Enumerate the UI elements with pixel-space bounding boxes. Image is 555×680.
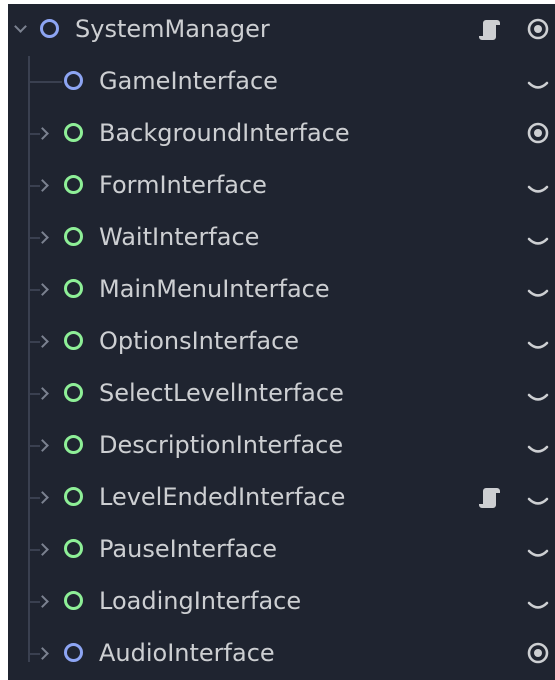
tree-row[interactable]: PauseInterface bbox=[8, 524, 555, 576]
node-label: SelectLevelInterface bbox=[99, 379, 344, 407]
tree-row[interactable]: AudioInterface bbox=[8, 628, 555, 680]
control-icon-green bbox=[64, 227, 83, 246]
node-label: AudioInterface bbox=[99, 639, 275, 667]
scene-tree-panel: SystemManager GameInterface BackgroundInt… bbox=[8, 4, 555, 680]
expand-arrow-icon[interactable] bbox=[36, 179, 49, 192]
node-icon-blue bbox=[64, 71, 83, 90]
expand-arrow-icon[interactable] bbox=[36, 283, 49, 296]
expand-arrow-icon[interactable] bbox=[36, 439, 49, 452]
node-label: BackgroundInterface bbox=[99, 119, 350, 147]
node-label: MainMenuInterface bbox=[99, 275, 330, 303]
visibility-hidden-icon[interactable] bbox=[527, 548, 549, 562]
expand-arrow-icon[interactable] bbox=[36, 543, 49, 556]
tree-row[interactable]: LoadingInterface bbox=[8, 576, 555, 628]
control-icon-green bbox=[64, 331, 83, 350]
node-label: DescriptionInterface bbox=[99, 431, 344, 459]
node-label: LoadingInterface bbox=[99, 587, 302, 615]
visibility-eye-icon[interactable] bbox=[527, 642, 549, 664]
visibility-hidden-icon[interactable] bbox=[527, 496, 549, 510]
tree-row[interactable]: SelectLevelInterface bbox=[8, 368, 555, 420]
node-label: WaitInterface bbox=[99, 223, 260, 251]
visibility-eye-icon[interactable] bbox=[527, 122, 549, 144]
node-label: FormInterface bbox=[99, 171, 267, 199]
control-icon-green bbox=[64, 383, 83, 402]
visibility-hidden-icon[interactable] bbox=[527, 600, 549, 614]
node-icon bbox=[40, 19, 59, 38]
tree-row[interactable]: DescriptionInterface bbox=[8, 420, 555, 472]
expand-arrow-icon[interactable] bbox=[36, 595, 49, 608]
node-label: SystemManager bbox=[75, 15, 270, 43]
visibility-hidden-icon[interactable] bbox=[527, 392, 549, 406]
visibility-hidden-icon[interactable] bbox=[527, 184, 549, 198]
visibility-hidden-icon[interactable] bbox=[527, 288, 549, 302]
expand-arrow-icon[interactable] bbox=[14, 20, 27, 33]
node-label: LevelEndedInterface bbox=[99, 483, 346, 511]
expand-arrow-icon[interactable] bbox=[36, 647, 49, 660]
visibility-hidden-icon[interactable] bbox=[527, 236, 549, 250]
expand-arrow-icon[interactable] bbox=[36, 387, 49, 400]
node-label: GameInterface bbox=[99, 67, 278, 95]
node-label: PauseInterface bbox=[99, 535, 278, 563]
expand-arrow-icon[interactable] bbox=[36, 127, 49, 140]
tree-row[interactable]: LevelEndedInterface bbox=[8, 472, 555, 524]
control-icon-green bbox=[64, 123, 83, 142]
node-label: OptionsInterface bbox=[99, 327, 300, 355]
expand-arrow-icon[interactable] bbox=[36, 231, 49, 244]
expand-arrow-icon[interactable] bbox=[36, 491, 49, 504]
visibility-hidden-icon[interactable] bbox=[527, 340, 549, 354]
tree-row[interactable]: GameInterface bbox=[8, 56, 555, 108]
tree-row[interactable]: OptionsInterface bbox=[8, 316, 555, 368]
script-icon[interactable] bbox=[478, 484, 504, 510]
tree-row[interactable]: MainMenuInterface bbox=[8, 264, 555, 316]
tree-branch-line bbox=[28, 81, 62, 83]
control-icon-green bbox=[64, 175, 83, 194]
tree-row[interactable]: FormInterface bbox=[8, 160, 555, 212]
visibility-hidden-icon[interactable] bbox=[527, 80, 549, 94]
control-icon-green bbox=[64, 539, 83, 558]
tree-row-root[interactable]: SystemManager bbox=[8, 4, 555, 56]
tree-row[interactable]: WaitInterface bbox=[8, 212, 555, 264]
control-icon-green bbox=[64, 435, 83, 454]
control-icon-green bbox=[64, 591, 83, 610]
expand-arrow-icon[interactable] bbox=[36, 335, 49, 348]
visibility-hidden-icon[interactable] bbox=[527, 444, 549, 458]
tree-row[interactable]: BackgroundInterface bbox=[8, 108, 555, 160]
visibility-eye-icon[interactable] bbox=[527, 18, 549, 40]
control-icon-green bbox=[64, 487, 83, 506]
control-icon-green bbox=[64, 279, 83, 298]
node-icon-blue bbox=[64, 643, 83, 662]
script-icon[interactable] bbox=[478, 16, 504, 42]
